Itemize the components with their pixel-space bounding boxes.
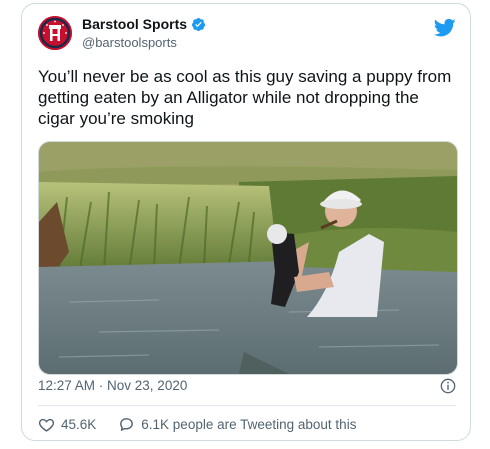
tweet-text: You’ll never be as cool as this guy savi… — [38, 67, 452, 128]
avatar[interactable] — [38, 16, 72, 50]
conversation-button[interactable]: 6.1K people are Tweeting about this — [118, 416, 356, 433]
heart-icon — [38, 418, 55, 432]
author-display-name[interactable]: Barstool Sports — [82, 16, 187, 32]
tweet-timestamp[interactable]: 12:27 AM · Nov 23, 2020 — [38, 378, 187, 393]
reply-bubble-icon — [120, 418, 134, 431]
tweet-video-thumbnail[interactable] — [38, 141, 458, 375]
barstool-logo-icon — [38, 16, 72, 50]
author-name-row[interactable]: Barstool Sports — [82, 16, 206, 32]
like-button[interactable]: 45.6K — [38, 416, 96, 433]
conversation-label: 6.1K people are Tweeting about this — [141, 417, 357, 432]
tweet-card[interactable]: Barstool Sports @barstoolsports You’ll n… — [21, 3, 471, 441]
info-icon[interactable] — [440, 378, 456, 394]
tweet-actions: 45.6K 6.1K people are Tweeting about thi… — [38, 416, 356, 433]
verified-badge-icon — [191, 17, 206, 31]
divider — [38, 405, 456, 406]
tweet-meta-row: 12:27 AM · Nov 23, 2020 — [38, 378, 456, 396]
author-handle[interactable]: @barstoolsports — [82, 35, 177, 50]
like-count: 45.6K — [61, 417, 97, 432]
twitter-bird-icon[interactable] — [434, 18, 456, 38]
video-frame-image — [39, 142, 457, 374]
